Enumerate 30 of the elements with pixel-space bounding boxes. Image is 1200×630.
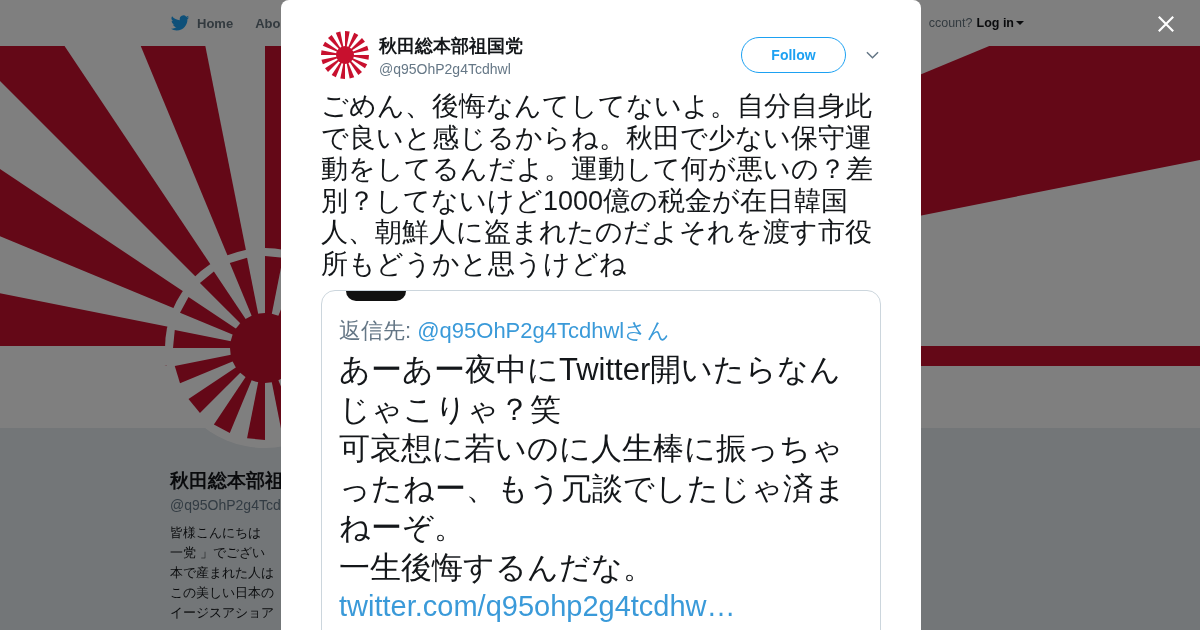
login-link[interactable]: Log in	[976, 16, 1024, 30]
user-avatar[interactable]	[321, 31, 369, 79]
profile-name: 秋田総本部祖	[170, 469, 284, 493]
account-prompt: ccount?	[928, 16, 973, 30]
screenshot-text-line: あーあー夜中にTwitter開いたらなん	[339, 351, 843, 389]
bio-text: この美しい日本の	[170, 584, 274, 602]
user-name[interactable]: 秋田総本部祖国党	[379, 33, 741, 58]
nav-link[interactable]: Abo	[255, 14, 281, 32]
profile-handle: @q95OhP2g4Tcd	[170, 497, 281, 513]
screenshot-text-line: ねーぞ。	[339, 509, 466, 547]
screenshot-text-line: ったねー、もう冗談でしたじゃ済ま	[339, 469, 847, 508]
bird-icon	[170, 14, 190, 32]
chevron-down-icon[interactable]	[866, 51, 879, 59]
tweet-text: ごめん、後悔なんてしてないよ。自分自身此で良いと感じるからね。秋田で少ない保守運動をしてるんだよ。運動して何が悪いの？差別？してないけど1000億の税金が在日韓国人、朝鮮人に盗まれたのだよそれを渡す市役所もどうかと思うけどね	[321, 91, 874, 280]
bio-text: 皆様こんにちは	[170, 524, 261, 542]
avatar-silhouette	[346, 291, 406, 301]
nav-link[interactable]: Home	[170, 14, 234, 32]
attached-screenshot[interactable]: 返信先: @q95OhP2g4Tcdhwlさん あーあー夜中にTwitter開いたらなん じゃこりゃ？笑 可哀想に若いのに人生棒に振っちゃ ったねー、もう冗談でしたじゃ済ま ねーぞ。 一生後悔するんだな。 twitter.com/q95ohp2g4tcdhw…	[321, 290, 881, 630]
user-handle[interactable]: @q95OhP2g4Tcdhwl	[379, 60, 741, 77]
bio-text: 本で産まれた人は	[170, 564, 274, 582]
bio-text: イージスアショア	[170, 604, 274, 622]
caret-icon	[1016, 21, 1024, 25]
reply-to-text: 返信先: @q95OhP2g4Tcdhwlさん	[339, 317, 672, 345]
screenshot-link: twitter.com/q95ohp2g4tcdhw…	[339, 589, 737, 624]
close-icon[interactable]	[1157, 15, 1175, 33]
screenshot-text-line: 一生後悔するんだな。	[339, 548, 655, 587]
follow-button[interactable]: Follow	[741, 37, 846, 73]
screenshot-text-line: じゃこりゃ？笑	[339, 390, 562, 429]
mention-link: @q95OhP2g4Tcdhwlさん	[417, 318, 671, 343]
screenshot-text-line: 可哀想に若いのに人生棒に振っちゃ	[339, 430, 844, 468]
